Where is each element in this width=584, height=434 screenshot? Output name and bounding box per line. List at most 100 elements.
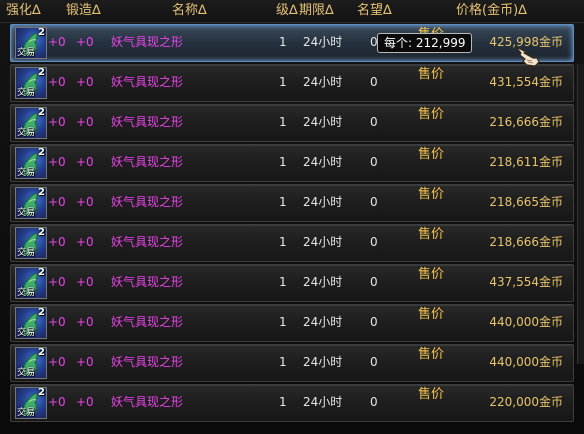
forge-value: +0	[76, 155, 94, 169]
forge-value: +0	[76, 355, 94, 369]
dragon-statue-icon: 2 交易	[15, 267, 47, 299]
forge-value: +0	[76, 115, 94, 129]
item-name: 妖气具现之形	[111, 75, 184, 89]
item-duration: 24小时	[303, 155, 343, 169]
item-price: 431,554金币	[489, 75, 563, 89]
item-duration: 24小时	[303, 275, 343, 289]
item-level-badge: 2	[38, 27, 45, 38]
item-level: 1	[279, 235, 287, 249]
dragon-statue-icon: 2 交易	[15, 67, 47, 99]
item-level-badge: 2	[38, 147, 45, 158]
tradeable-label: 交易	[17, 88, 36, 98]
column-header-price[interactable]: 价格(金币)∆	[456, 3, 527, 19]
enhance-value: +0	[48, 35, 66, 49]
sell-price-label: 售价	[418, 307, 445, 322]
column-header-bar: 强化∆ 锻造∆ 名称∆ 级∆ 期限∆ 名望∆ 价格(金币)∆	[0, 0, 584, 23]
item-fame: 0	[370, 195, 378, 209]
item-name: 妖气具现之形	[111, 155, 184, 169]
item-fame: 0	[370, 355, 378, 369]
tradeable-label: 交易	[17, 208, 36, 218]
sell-price-label: 售价	[418, 107, 445, 122]
enhance-value: +0	[48, 355, 66, 369]
item-duration: 24小时	[303, 75, 343, 89]
table-row[interactable]: 2 交易 +0 +0 妖气具现之形 1 24小时 0 售价 218,666金币	[10, 224, 574, 262]
item-level: 1	[279, 275, 287, 289]
item-price: 220,000金币	[489, 395, 563, 409]
item-price: 216,666金币	[489, 115, 563, 129]
item-fame: 0	[370, 315, 378, 329]
item-name: 妖气具现之形	[111, 395, 184, 409]
item-price: 437,554金币	[489, 275, 563, 289]
item-price: 218,611金币	[489, 155, 563, 169]
item-level: 1	[279, 115, 287, 129]
dragon-statue-icon: 2 交易	[15, 147, 47, 179]
dragon-statue-icon: 2 交易	[15, 27, 47, 59]
column-header-fame[interactable]: 名望∆	[357, 3, 392, 19]
table-row[interactable]: 2 交易 +0 +0 妖气具现之形 1 24小时 0 售价 218,665金币	[10, 184, 574, 222]
item-name: 妖气具现之形	[111, 315, 184, 329]
item-level: 1	[279, 195, 287, 209]
item-level: 1	[279, 155, 287, 169]
column-header-enhance[interactable]: 强化∆	[6, 3, 41, 19]
tradeable-label: 交易	[17, 248, 36, 258]
forge-value: +0	[76, 75, 94, 89]
tradeable-label: 交易	[17, 288, 36, 298]
item-level-badge: 2	[38, 267, 45, 278]
forge-value: +0	[76, 275, 94, 289]
enhance-value: +0	[48, 275, 66, 289]
sell-price-label: 售价	[418, 267, 445, 282]
column-header-level[interactable]: 级∆	[276, 3, 298, 19]
table-row[interactable]: 2 交易 +0 +0 妖气具现之形 1 24小时 0 售价 425,998金币	[10, 24, 574, 62]
tradeable-label: 交易	[17, 168, 36, 178]
item-level: 1	[279, 75, 287, 89]
item-fame: 0	[370, 275, 378, 289]
unit-price-tooltip: 每个: 212,999	[377, 33, 473, 53]
item-duration: 24小时	[303, 395, 343, 409]
table-row[interactable]: 2 交易 +0 +0 妖气具现之形 1 24小时 0 售价 437,554金币	[10, 264, 574, 302]
item-level-badge: 2	[38, 67, 45, 78]
item-duration: 24小时	[303, 195, 343, 209]
tradeable-label: 交易	[17, 368, 36, 378]
column-header-name[interactable]: 名称∆	[172, 3, 207, 19]
tradeable-label: 交易	[17, 408, 36, 418]
item-price: 218,665金币	[489, 195, 563, 209]
item-name: 妖气具现之形	[111, 35, 184, 49]
column-header-forge[interactable]: 锻造∆	[66, 3, 101, 19]
item-name: 妖气具现之形	[111, 195, 184, 209]
forge-value: +0	[76, 315, 94, 329]
table-row[interactable]: 2 交易 +0 +0 妖气具现之形 1 24小时 0 售价 218,611金币	[10, 144, 574, 182]
item-duration: 24小时	[303, 35, 343, 49]
item-name: 妖气具现之形	[111, 235, 184, 249]
item-level-badge: 2	[38, 187, 45, 198]
enhance-value: +0	[48, 235, 66, 249]
item-duration: 24小时	[303, 355, 343, 369]
dragon-statue-icon: 2 交易	[15, 307, 47, 339]
item-duration: 24小时	[303, 115, 343, 129]
sell-price-label: 售价	[418, 387, 445, 402]
column-header-duration[interactable]: 期限∆	[299, 3, 334, 19]
item-fame: 0	[370, 155, 378, 169]
table-row[interactable]: 2 交易 +0 +0 妖气具现之形 1 24小时 0 售价 440,000金币	[10, 344, 574, 382]
scrollbar[interactable]	[577, 64, 584, 364]
item-name: 妖气具现之形	[111, 275, 184, 289]
forge-value: +0	[76, 35, 94, 49]
item-duration: 24小时	[303, 315, 343, 329]
item-level: 1	[279, 315, 287, 329]
sell-price-label: 售价	[418, 147, 445, 162]
enhance-value: +0	[48, 75, 66, 89]
item-level-badge: 2	[38, 387, 45, 398]
hand-cursor-icon	[513, 44, 541, 74]
table-row[interactable]: 2 交易 +0 +0 妖气具现之形 1 24小时 0 售价 431,554金币	[10, 64, 574, 102]
forge-value: +0	[76, 195, 94, 209]
sell-price-label: 售价	[418, 187, 445, 202]
table-row[interactable]: 2 交易 +0 +0 妖气具现之形 1 24小时 0 售价 220,000金币	[10, 384, 574, 422]
table-row[interactable]: 2 交易 +0 +0 妖气具现之形 1 24小时 0 售价 216,666金币	[10, 104, 574, 142]
auction-panel: 强化∆ 锻造∆ 名称∆ 级∆ 期限∆ 名望∆ 价格(金币)∆ 2 交易 +0 +…	[0, 0, 584, 434]
item-fame: 0	[370, 395, 378, 409]
enhance-value: +0	[48, 115, 66, 129]
item-price: 440,000金币	[489, 355, 563, 369]
forge-value: +0	[76, 395, 94, 409]
item-price: 440,000金币	[489, 315, 563, 329]
table-row[interactable]: 2 交易 +0 +0 妖气具现之形 1 24小时 0 售价 440,000金币	[10, 304, 574, 342]
enhance-value: +0	[48, 315, 66, 329]
